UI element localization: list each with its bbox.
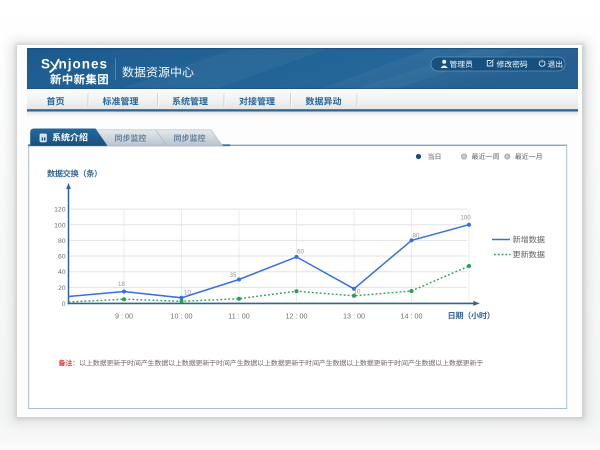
svg-text:最近一周: 最近一周 xyxy=(472,152,500,162)
svg-text:系统管理: 系统管理 xyxy=(172,94,208,107)
svg-text:0: 0 xyxy=(62,298,66,308)
svg-text:12 : 00: 12 : 00 xyxy=(286,312,308,322)
svg-text:100: 100 xyxy=(54,219,66,229)
svg-text:9 : 00: 9 : 00 xyxy=(115,312,133,322)
svg-text:更新数据: 更新数据 xyxy=(513,249,545,261)
svg-text:对接管理: 对接管理 xyxy=(239,94,275,107)
svg-text:njones: njones xyxy=(59,53,109,73)
svg-text:数据交换（条）: 数据交换（条） xyxy=(47,167,102,179)
svg-text:11 : 00: 11 : 00 xyxy=(228,312,249,322)
svg-text:日期（小时）: 日期（小时） xyxy=(448,310,495,322)
svg-text:120: 120 xyxy=(54,204,66,214)
svg-text:10: 10 xyxy=(184,288,191,297)
svg-text:S: S xyxy=(41,53,51,73)
svg-text:18: 18 xyxy=(118,279,125,288)
svg-text:10: 10 xyxy=(354,287,361,296)
svg-text:40: 40 xyxy=(58,266,66,276)
svg-text:35: 35 xyxy=(230,270,237,279)
svg-text:10 : 00: 10 : 00 xyxy=(171,312,193,322)
svg-text:最近一月: 最近一月 xyxy=(515,152,543,162)
svg-text:新中新集团: 新中新集团 xyxy=(50,72,109,88)
svg-text:备注：以上数据更新于时间产生数据以上数据更新于时间产生数据以: 备注：以上数据更新于时间产生数据以上数据更新于时间产生数据以上数据更新于时间产生… xyxy=(59,359,484,369)
svg-text:管理员: 管理员 xyxy=(450,59,474,70)
svg-text:标准管理: 标准管理 xyxy=(102,94,138,107)
svg-text:修改密码: 修改密码 xyxy=(497,59,528,70)
svg-text:当日: 当日 xyxy=(428,152,442,162)
svg-text:数据资源中心: 数据资源中心 xyxy=(122,63,194,80)
svg-text:同步监控: 同步监控 xyxy=(174,133,206,144)
svg-text:新增数据: 新增数据 xyxy=(513,234,545,246)
svg-text:同步监控: 同步监控 xyxy=(115,133,147,144)
svg-text:系统介绍: 系统介绍 xyxy=(52,130,88,143)
svg-text:首页: 首页 xyxy=(46,94,64,107)
svg-text:退出: 退出 xyxy=(548,59,564,70)
svg-text:14 : 00: 14 : 00 xyxy=(401,312,423,322)
svg-text:80: 80 xyxy=(58,235,66,245)
svg-text:80: 80 xyxy=(413,231,420,240)
svg-text:100: 100 xyxy=(460,213,471,222)
svg-text:60: 60 xyxy=(58,251,66,261)
svg-text:60: 60 xyxy=(297,247,304,256)
svg-text:数据异动: 数据异动 xyxy=(305,94,341,107)
svg-text:20: 20 xyxy=(58,282,66,292)
svg-text:13 : 00: 13 : 00 xyxy=(343,312,365,322)
